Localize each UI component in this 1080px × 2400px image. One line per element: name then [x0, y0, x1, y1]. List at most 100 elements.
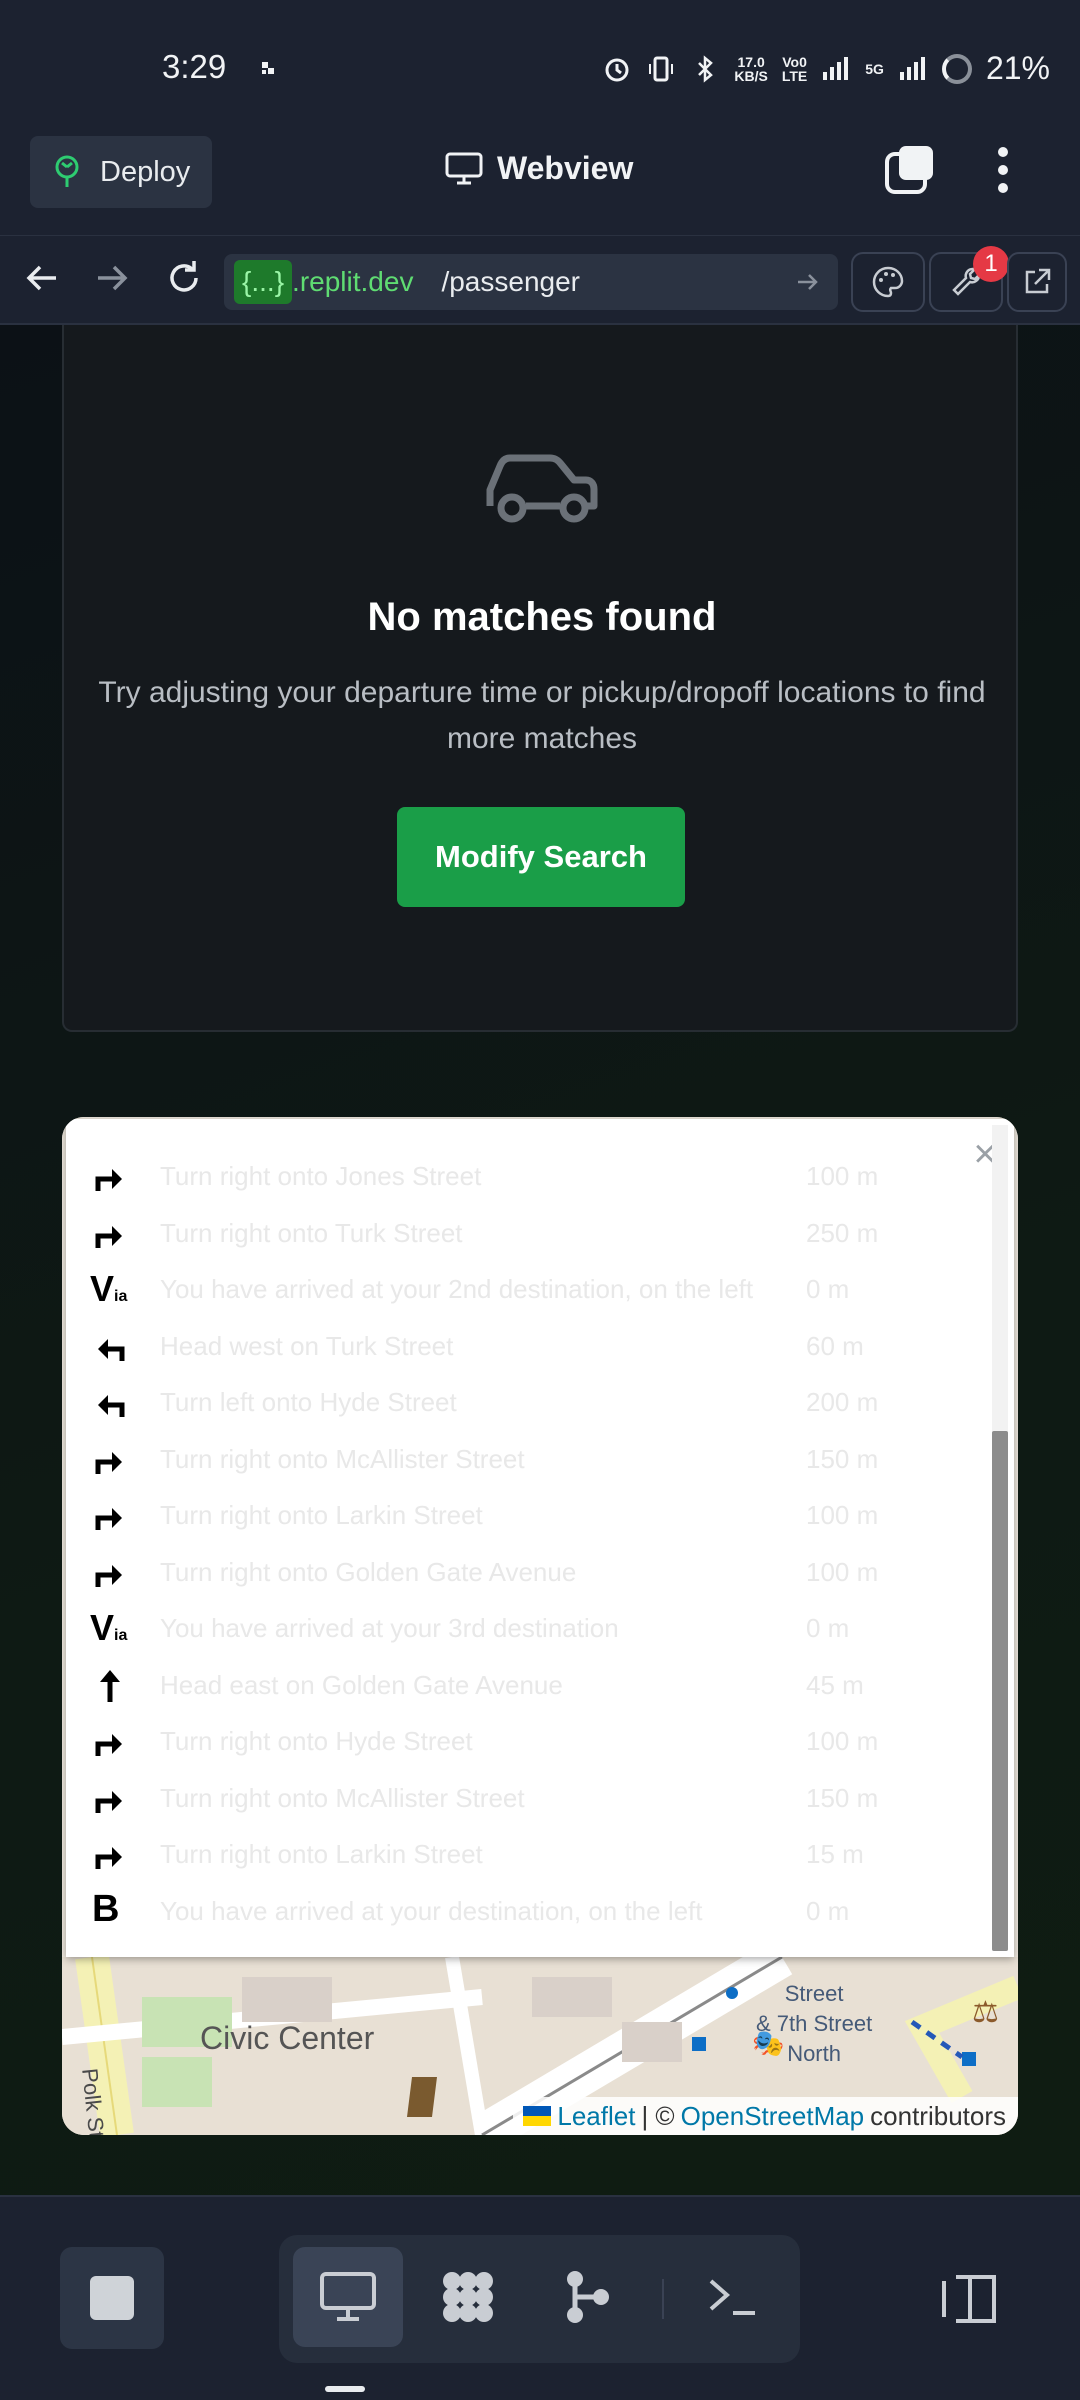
signal-icon: [823, 56, 849, 80]
directions-scrollbar[interactable]: [992, 1125, 1008, 1951]
url-host-badge: {...}: [234, 260, 293, 304]
tabs-icon[interactable]: [885, 144, 937, 196]
turn-right-icon: [95, 1169, 122, 1191]
direction-step[interactable]: B You have arrived at your destination, o…: [90, 1884, 970, 1940]
direction-distance: 200 m: [806, 1387, 879, 1417]
stop-button[interactable]: [60, 2247, 164, 2349]
direction-step[interactable]: Head west on Turk Street 60 m: [90, 1319, 970, 1375]
workspace-tab[interactable]: [413, 2247, 523, 2347]
leaflet-link[interactable]: Leaflet: [557, 2101, 635, 2132]
modify-search-button[interactable]: Modify Search: [397, 807, 685, 907]
console-tab[interactable]: [677, 2247, 787, 2347]
direction-text: You have arrived at your destination, on…: [160, 1895, 703, 1926]
devtools-button[interactable]: 1: [929, 246, 1009, 312]
direction-text: Turn right onto Larkin Street: [160, 1500, 483, 1530]
direction-text: Head east on Golden Gate Avenue: [160, 1669, 563, 1700]
direction-step[interactable]: Via You have arrived at your 3rd destinat…: [90, 1601, 970, 1657]
direction-text: Turn right onto McAllister Street: [160, 1782, 525, 1813]
git-branch-icon: [567, 2271, 609, 2323]
openstreetmap-link[interactable]: OpenStreetMap: [681, 2101, 865, 2132]
empty-state-subtitle: Try adjusting your departure time or pic…: [98, 676, 986, 755]
direction-step[interactable]: Turn right onto Turk Street 250 m: [90, 1206, 970, 1262]
webview-tab[interactable]: [293, 2247, 403, 2347]
direction-text: Turn right onto Jones Street: [160, 1161, 482, 1191]
net-speed: 17.0 KB/S: [734, 53, 768, 84]
turn-right-icon: [95, 1564, 122, 1587]
signal-5g-icon: [899, 56, 925, 80]
direction-step[interactable]: Via You have arrived at your 2nd destinat…: [90, 1262, 970, 1318]
turn-left-icon: [98, 1395, 125, 1417]
direction-text: You have arrived at your 3rd destination: [160, 1613, 619, 1643]
direction-step[interactable]: Turn left onto Hyde Street 200 m: [90, 1375, 970, 1431]
direction-distance: 0 m: [806, 1613, 850, 1643]
deploy-button[interactable]: Deploy: [30, 136, 212, 208]
url-path: /passenger: [441, 266, 580, 297]
direction-step[interactable]: Turn right onto Larkin Street 15 m: [90, 1827, 970, 1883]
view-switcher-divider: [662, 2279, 664, 2319]
monitor-icon: [320, 2272, 376, 2321]
palette-icon: [872, 266, 904, 298]
direction-step[interactable]: Turn right onto Jones Street 100 m: [90, 1149, 970, 1205]
forward-icon[interactable]: [90, 256, 134, 300]
svg-text:⚖: ⚖: [972, 1995, 999, 2030]
turn-right-icon: [95, 1508, 122, 1530]
bluetooth-icon: [698, 54, 714, 83]
direction-step[interactable]: Turn right onto McAllister Street 150 m: [90, 1432, 970, 1488]
map-label-station: Street & 7th Street North: [756, 1981, 873, 2066]
attribution-separator: | ©: [641, 2100, 675, 2131]
direction-text: Turn left onto Hyde Street: [160, 1387, 457, 1417]
monitor-icon: [445, 152, 483, 184]
direction-step[interactable]: Turn right onto McAllister Street 150 m: [90, 1771, 970, 1827]
home-indicator: [325, 2386, 365, 2392]
turn-left-icon: [98, 1338, 125, 1361]
direction-text: Head west on Turk Street: [160, 1330, 454, 1361]
status-time: 3:29: [162, 48, 227, 85]
open-external-button[interactable]: [1007, 252, 1067, 312]
turn-right-icon: [95, 1734, 122, 1756]
via-icon: Via: [90, 1607, 128, 1648]
webview-title[interactable]: Webview: [445, 150, 633, 187]
battery-level: 21%: [985, 50, 1050, 86]
direction-distance: 150 m: [806, 1782, 879, 1813]
direction-distance: 100 m: [806, 1161, 879, 1191]
webview-label: Webview: [497, 150, 634, 186]
turn-right-icon: [95, 1847, 122, 1869]
battery-icon: [941, 53, 972, 84]
direction-text: Turn right onto Hyde Street: [160, 1726, 473, 1756]
more-options-icon[interactable]: [985, 144, 1021, 196]
direction-step[interactable]: Turn right onto Hyde Street 100 m: [90, 1714, 970, 1770]
url-bar: {...} .replit.dev /passenger 1: [0, 235, 1080, 325]
direction-text: Turn right onto Turk Street: [160, 1217, 463, 1248]
go-arrow-icon[interactable]: [794, 268, 822, 296]
alarm-icon: [605, 58, 629, 81]
reload-icon[interactable]: [162, 256, 206, 300]
direction-distance: 250 m: [806, 1217, 879, 1248]
deploy-icon: [55, 155, 79, 187]
git-tab[interactable]: [533, 2247, 643, 2347]
direction-distance: 100 m: [806, 1556, 879, 1587]
attribution-suffix: contributors: [870, 2100, 1006, 2131]
stop-icon: [90, 2276, 134, 2320]
back-icon[interactable]: [20, 256, 64, 300]
direction-step[interactable]: Turn right onto Larkin Street 100 m: [90, 1488, 970, 1544]
direction-distance: 0 m: [806, 1274, 850, 1304]
map-label-civic-center: Civic Center: [200, 2020, 375, 2056]
no-matches-card: No matches found Try adjusting your depa…: [62, 325, 1018, 1032]
direction-step[interactable]: Turn right onto Golden Gate Avenue 100 m: [90, 1545, 970, 1601]
direction-text: Turn right onto Larkin Street: [160, 1839, 483, 1869]
direction-distance: 0 m: [806, 1895, 850, 1926]
directions-scroll-thumb[interactable]: [992, 1431, 1008, 1951]
direction-step[interactable]: Head east on Golden Gate Avenue 45 m: [90, 1658, 970, 1714]
app-bar: Deploy Webview: [0, 130, 1080, 235]
turn-right-icon: [95, 1790, 122, 1813]
route-map[interactable]: ⚖ 🎭 Civic Center Street & 7th Street North…: [62, 1117, 1018, 2135]
volte-indicator: Vo0 LTE: [781, 53, 808, 84]
palette-button[interactable]: [851, 252, 925, 312]
direction-distance: 60 m: [806, 1330, 864, 1361]
url-input[interactable]: {...} .replit.dev /passenger: [224, 254, 838, 310]
side-panel-icon[interactable]: [932, 2269, 1002, 2329]
direction-text: Turn right onto Golden Gate Avenue: [160, 1556, 577, 1587]
car-icon: [486, 454, 598, 523]
vibrate-icon: [649, 56, 674, 81]
empty-state-title: No matches found: [367, 595, 717, 639]
